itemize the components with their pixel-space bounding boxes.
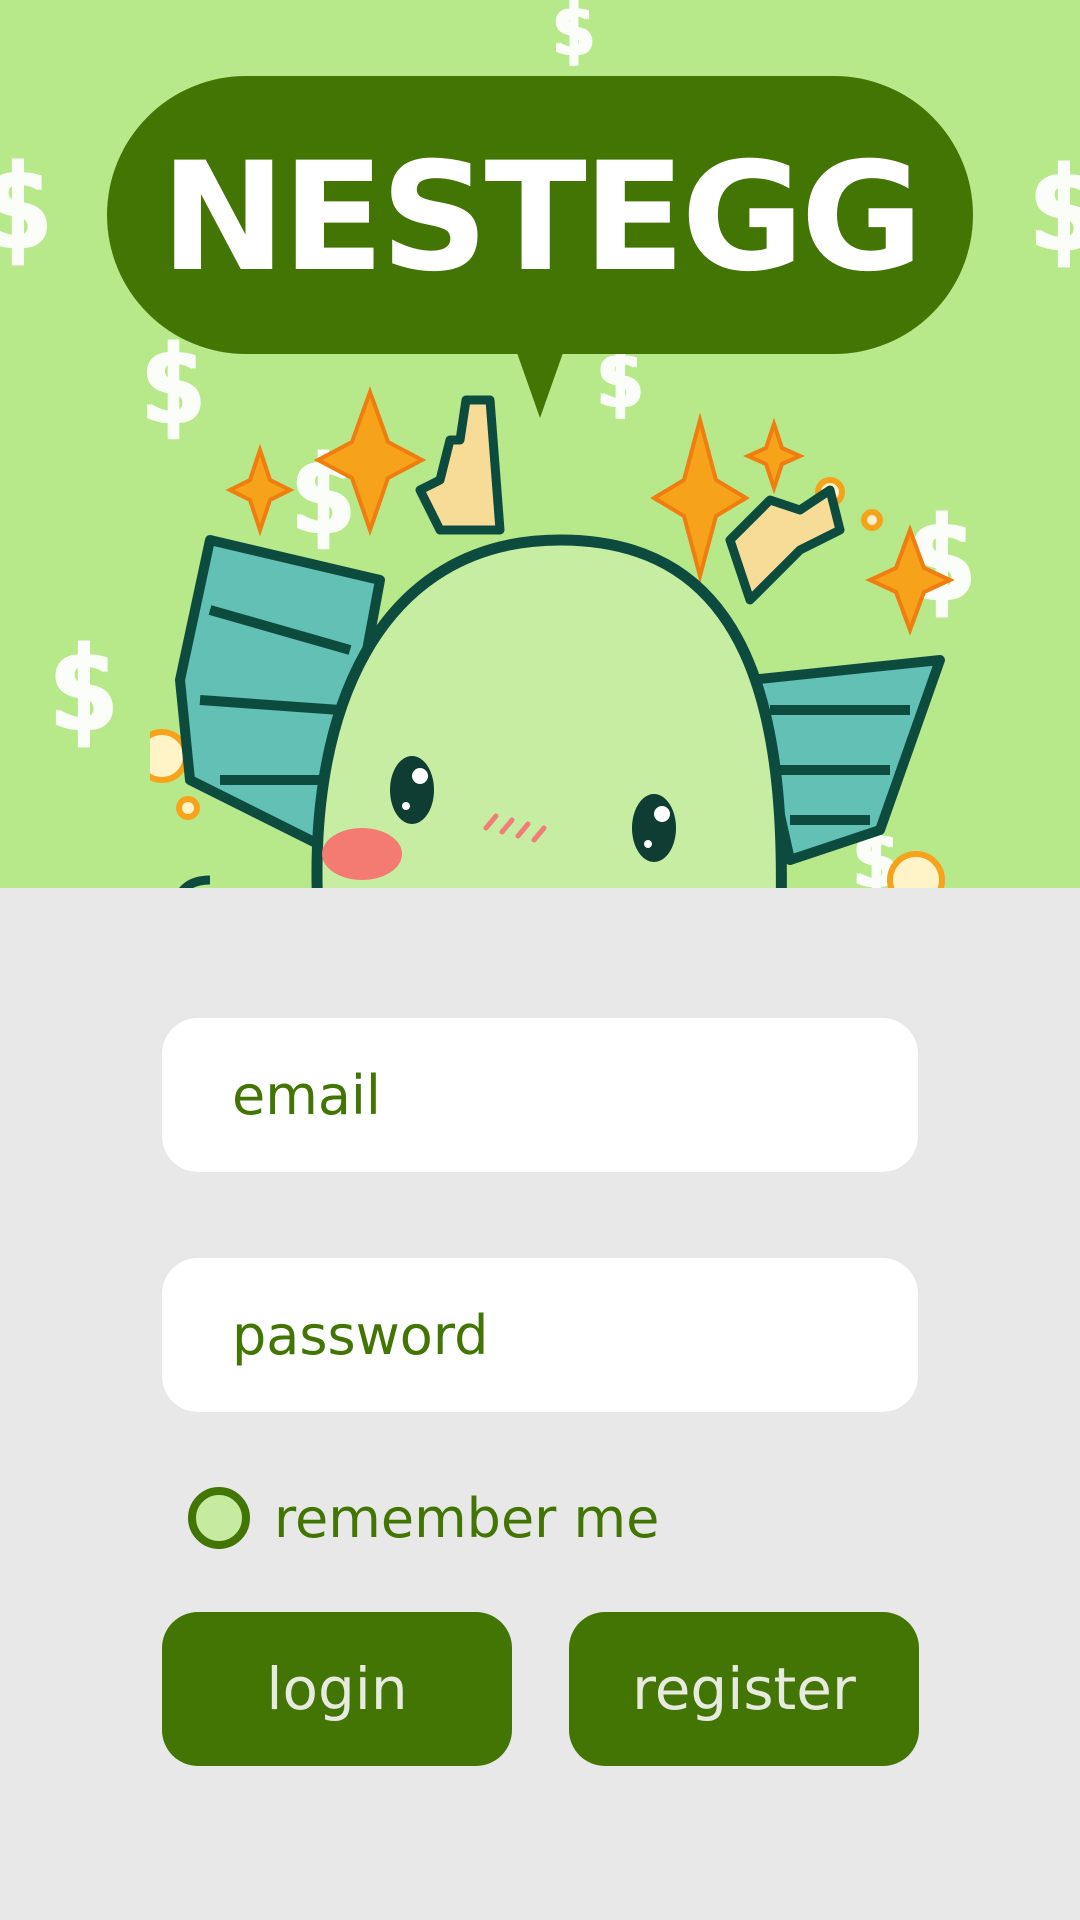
dollar-sign-decoration: $ bbox=[0, 138, 54, 276]
login-form: remember me login register bbox=[0, 888, 1080, 1920]
dollar-sign-decoration: $ bbox=[552, 0, 596, 72]
speech-bubble-tail bbox=[516, 350, 564, 418]
dragon-mascot-image bbox=[150, 386, 955, 888]
dollar-sign-decoration: $ bbox=[48, 620, 120, 758]
register-button[interactable]: register bbox=[569, 1612, 919, 1766]
password-input[interactable] bbox=[230, 1302, 854, 1368]
email-field[interactable] bbox=[162, 1018, 918, 1172]
password-field[interactable] bbox=[162, 1258, 918, 1412]
login-button[interactable]: login bbox=[162, 1612, 512, 1766]
dollar-sign-decoration: $ bbox=[1028, 140, 1080, 278]
remember-me-label: remember me bbox=[274, 1486, 660, 1550]
app-title: NESTEGG bbox=[160, 131, 923, 305]
remember-me-option[interactable]: remember me bbox=[188, 1486, 660, 1550]
email-input[interactable] bbox=[230, 1062, 854, 1128]
title-speech-bubble: NESTEGG bbox=[107, 76, 973, 354]
remember-me-radio[interactable] bbox=[188, 1487, 250, 1549]
hero-banner: $ $ $ $ $ $ $ $ $ NESTEGG bbox=[0, 0, 1080, 888]
